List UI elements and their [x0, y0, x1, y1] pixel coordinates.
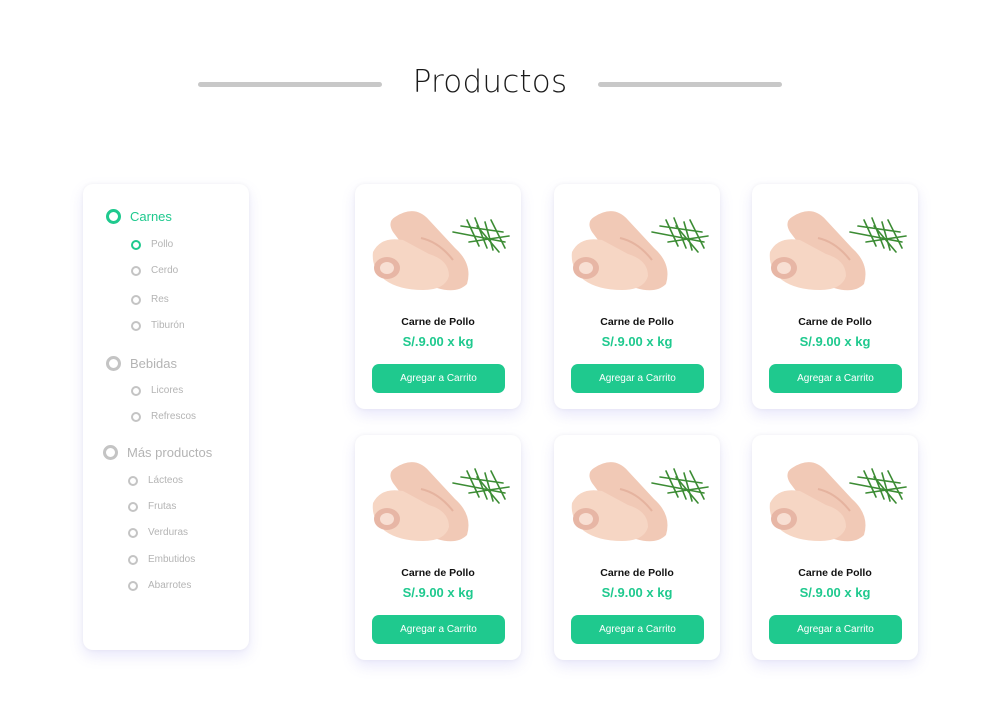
radio-selected-icon	[106, 209, 121, 224]
subcategory-label: Res	[151, 294, 169, 305]
title-divider-right	[598, 82, 782, 87]
chicken-drumsticks-image	[769, 462, 907, 542]
subcategory-res[interactable]: Res	[131, 294, 169, 305]
chicken-drumsticks-image	[571, 462, 709, 542]
subcategory-pollo[interactable]: Pollo	[131, 239, 173, 250]
subcategory-cerdo[interactable]: Cerdo	[131, 265, 178, 276]
subcategory-label: Verduras	[148, 527, 189, 538]
add-to-cart-button[interactable]: Agregar a Carrito	[571, 364, 704, 393]
page-title: Productos	[412, 64, 568, 100]
product-name: Carne de Pollo	[798, 567, 872, 579]
chicken-drumsticks-image	[372, 462, 510, 542]
subcategory-abarrotes[interactable]: Abarrotes	[128, 580, 191, 591]
subcategory-label: Embutidos	[148, 554, 196, 565]
product-card: Carne de Pollo S/.9.00 x kg Agregar a Ca…	[355, 435, 521, 660]
product-name: Carne de Pollo	[401, 567, 475, 579]
radio-icon	[128, 580, 138, 591]
subcategory-lacteos[interactable]: Lácteos	[128, 475, 183, 486]
add-to-cart-button[interactable]: Agregar a Carrito	[372, 615, 505, 644]
add-to-cart-button[interactable]: Agregar a Carrito	[372, 364, 505, 393]
subcategory-verduras[interactable]: Verduras	[128, 527, 188, 538]
category-label: Carnes	[130, 209, 172, 224]
subcategory-label: Cerdo	[151, 265, 179, 276]
category-label: Más productos	[127, 445, 213, 460]
radio-icon	[128, 475, 138, 486]
product-price: S/.9.00 x kg	[799, 334, 871, 349]
product-price: S/.9.00 x kg	[799, 585, 871, 600]
product-price: S/.9.00 x kg	[402, 585, 474, 600]
radio-icon	[103, 445, 118, 460]
subcategory-label: Abarrotes	[148, 580, 192, 591]
category-carnes[interactable]: Carnes	[106, 209, 172, 224]
subcategory-refrescos[interactable]: Refrescos	[131, 411, 196, 422]
product-name: Carne de Pollo	[600, 316, 674, 328]
product-card: Carne de Pollo S/.9.00 x kg Agregar a Ca…	[752, 184, 918, 409]
chicken-drumsticks-image	[372, 211, 510, 291]
subcategory-licores[interactable]: Licores	[131, 385, 183, 396]
category-mas-productos[interactable]: Más productos	[103, 445, 212, 460]
add-to-cart-button[interactable]: Agregar a Carrito	[769, 364, 902, 393]
radio-selected-icon	[131, 239, 141, 250]
chicken-drumsticks-image	[571, 211, 709, 291]
radio-icon	[131, 294, 141, 305]
category-filter-panel: Carnes Pollo Cerdo Res Tiburón Bebidas L…	[83, 184, 249, 650]
product-price: S/.9.00 x kg	[601, 585, 673, 600]
product-card: Carne de Pollo S/.9.00 x kg Agregar a Ca…	[752, 435, 918, 660]
subcategory-frutas[interactable]: Frutas	[128, 501, 176, 512]
radio-icon	[131, 265, 141, 276]
product-card: Carne de Pollo S/.9.00 x kg Agregar a Ca…	[355, 184, 521, 409]
radio-icon	[128, 527, 138, 538]
product-price: S/.9.00 x kg	[402, 334, 474, 349]
subcategory-label: Frutas	[148, 501, 177, 512]
category-bebidas[interactable]: Bebidas	[106, 356, 177, 371]
radio-icon	[131, 320, 141, 331]
subcategory-label: Licores	[151, 385, 184, 396]
product-name: Carne de Pollo	[600, 567, 674, 579]
product-card: Carne de Pollo S/.9.00 x kg Agregar a Ca…	[554, 184, 720, 409]
subcategory-tiburon[interactable]: Tiburón	[131, 320, 185, 331]
product-name: Carne de Pollo	[798, 316, 872, 328]
chicken-drumsticks-image	[769, 211, 907, 291]
category-label: Bebidas	[130, 356, 177, 371]
radio-icon	[128, 501, 138, 512]
radio-icon	[106, 356, 121, 371]
add-to-cart-button[interactable]: Agregar a Carrito	[571, 615, 704, 644]
subcategory-label: Pollo	[151, 239, 174, 250]
radio-icon	[131, 411, 141, 422]
subcategory-embutidos[interactable]: Embutidos	[128, 554, 195, 565]
radio-icon	[128, 554, 138, 565]
product-name: Carne de Pollo	[401, 316, 475, 328]
subcategory-label: Tiburón	[151, 320, 185, 331]
product-card: Carne de Pollo S/.9.00 x kg Agregar a Ca…	[554, 435, 720, 660]
add-to-cart-button[interactable]: Agregar a Carrito	[769, 615, 902, 644]
page-header: Productos	[0, 60, 1000, 110]
product-price: S/.9.00 x kg	[601, 334, 673, 349]
radio-icon	[131, 385, 141, 396]
subcategory-label: Lácteos	[148, 475, 184, 486]
subcategory-label: Refrescos	[151, 411, 197, 422]
